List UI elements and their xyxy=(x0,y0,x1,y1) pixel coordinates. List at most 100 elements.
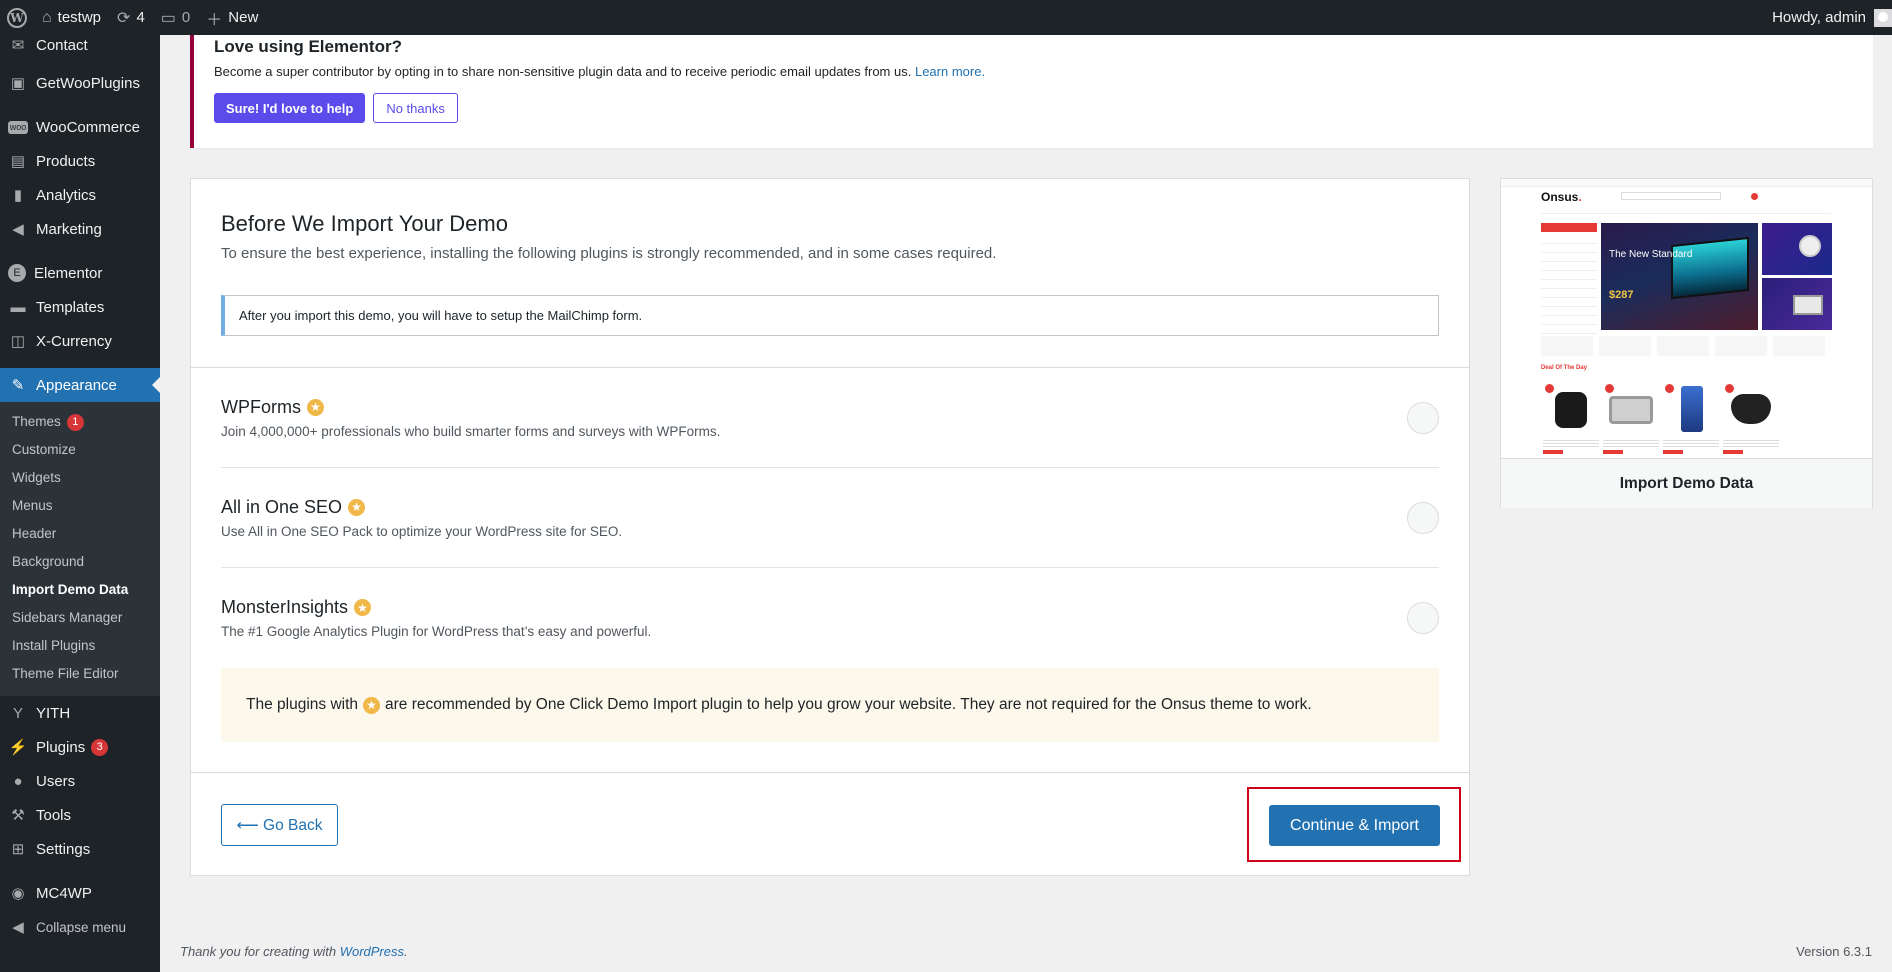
submenu-widgets[interactable]: Widgets xyxy=(0,464,160,492)
menu-plugins[interactable]: ⚡ Plugins 3 xyxy=(0,730,160,764)
elementor-optin-notice: Love using Elementor? Become a super con… xyxy=(190,35,1873,148)
home-icon: ⌂ xyxy=(42,8,52,26)
demo-hero-banner: The New Standard $287 xyxy=(1601,223,1758,330)
preview-label: Import Demo Data xyxy=(1501,459,1872,508)
submenu-sidebars-manager[interactable]: Sidebars Manager xyxy=(0,604,160,632)
plugin-select-toggle[interactable] xyxy=(1407,401,1439,434)
users-icon: ● xyxy=(13,772,23,790)
submenu-customize[interactable]: Customize xyxy=(0,436,160,464)
woo-icon: woo xyxy=(8,120,28,134)
submenu-header[interactable]: Header xyxy=(0,520,160,548)
comments-link[interactable]: ▭ 0 xyxy=(153,0,198,35)
notice-title: Love using Elementor? xyxy=(214,37,402,56)
plugin-row-monsterinsights: MonsterInsights ★ The #1 Google Analytics… xyxy=(221,568,1439,668)
refresh-icon: ⟳ xyxy=(117,9,131,27)
collapse-icon: ◀ xyxy=(12,919,24,936)
collapse-menu-button[interactable]: ◀ Collapse menu xyxy=(0,910,160,944)
demo-screenshot: Onsus. The New Standard $287 Deal Of The… xyxy=(1501,179,1872,459)
recommended-plugins-note: The plugins with ★ are recommended by On… xyxy=(221,668,1439,742)
howdy-text: Howdy, admin xyxy=(1772,9,1866,26)
plugin-select-toggle[interactable] xyxy=(1407,501,1439,534)
mc4wp-icon: ◉ xyxy=(11,885,25,902)
menu-users[interactable]: ● Users xyxy=(0,764,160,798)
menu-mc4wp[interactable]: ◉ MC4WP xyxy=(0,876,160,910)
menu-contact[interactable]: ✉ Contact xyxy=(0,35,160,56)
folder-icon: ▬ xyxy=(10,298,26,316)
plugin-desc: Join 4,000,000+ professionals who build … xyxy=(221,423,721,439)
submenu-theme-file-editor[interactable]: Theme File Editor xyxy=(0,660,160,688)
star-icon: ★ xyxy=(307,398,324,416)
plugin-name: WPForms xyxy=(221,396,301,417)
submenu-import-demo-data[interactable]: Import Demo Data xyxy=(0,576,160,604)
admin-sidebar: ✉ Contact ▣ GetWooPlugins woo WooCommerc… xyxy=(0,35,160,972)
plugin-desc: The #1 Google Analytics Plugin for WordP… xyxy=(221,624,652,639)
plugins-icon: ⚡ xyxy=(8,739,28,756)
submenu-install-plugins[interactable]: Install Plugins xyxy=(0,632,160,660)
plugin-row-aioseo: All in One SEO ★ Use All in One SEO Pack … xyxy=(221,468,1439,568)
menu-woocommerce[interactable]: woo WooCommerce xyxy=(0,110,160,144)
demo-preview-card[interactable]: Onsus. The New Standard $287 Deal Of The… xyxy=(1500,178,1873,508)
wordpress-link[interactable]: WordPress xyxy=(340,944,404,959)
envelope-icon: ✉ xyxy=(11,37,25,54)
demo-logo: Onsus. xyxy=(1541,190,1582,204)
optin-decline-button[interactable]: No thanks xyxy=(373,93,458,123)
star-icon: ★ xyxy=(354,599,372,616)
footer-version: Version 6.3.1 xyxy=(1796,944,1872,959)
archive-icon: ▤ xyxy=(10,153,26,170)
submenu-menus[interactable]: Menus xyxy=(0,492,160,520)
plugin-row-wpforms: WPForms ★ Join 4,000,000+ professionals w… xyxy=(221,368,1439,468)
site-name-link[interactable]: ⌂ testwp xyxy=(34,0,109,35)
menu-analytics[interactable]: ▮ Analytics xyxy=(0,178,160,212)
import-demo-card: Before We Import Your Demo To ensure the… xyxy=(190,178,1470,876)
highlight-box: Continue & Import xyxy=(1247,787,1461,862)
new-content-link[interactable]: ＋ New xyxy=(198,0,266,35)
appearance-submenu: Themes 1 Customize Widgets Menus Header … xyxy=(0,402,160,696)
menu-settings[interactable]: ⊞ Settings xyxy=(0,832,160,866)
menu-templates[interactable]: ▬ Templates xyxy=(0,290,160,324)
card-subtitle: To ensure the best experience, installin… xyxy=(221,245,997,262)
yith-icon: Y xyxy=(12,704,23,722)
site-name: testwp xyxy=(57,9,102,26)
menu-products[interactable]: ▤ Products xyxy=(0,144,160,178)
footer-thanks: Thank you for creating with WordPress. xyxy=(180,944,408,959)
menu-appearance[interactable]: ✎ Appearance xyxy=(0,368,160,402)
my-account-link[interactable]: Howdy, admin xyxy=(1764,0,1892,35)
menu-marketing[interactable]: ◀ Marketing xyxy=(0,212,160,246)
menu-tools[interactable]: ⚒ Tools xyxy=(0,798,160,832)
optin-accept-button[interactable]: Sure! I'd love to help xyxy=(214,93,366,123)
plugin-name: MonsterInsights xyxy=(221,597,349,617)
plugins-update-badge: 3 xyxy=(91,738,109,756)
wordpress-icon: W xyxy=(7,7,27,28)
admin-bar: W ⌂ testwp ⟳ 4 ▭ 0 ＋ New Howdy, admin xyxy=(0,0,1892,35)
new-label: New xyxy=(228,9,259,26)
updates-link[interactable]: ⟳ 4 xyxy=(109,0,153,35)
submenu-background[interactable]: Background xyxy=(0,548,160,576)
currency-icon: ◫ xyxy=(10,333,26,350)
menu-getwooplugins[interactable]: ▣ GetWooPlugins xyxy=(0,66,160,100)
plugin-box-icon: ▣ xyxy=(10,75,26,92)
paintbrush-icon: ✎ xyxy=(11,377,25,394)
plugin-select-toggle[interactable] xyxy=(1407,602,1439,634)
elementor-icon: E xyxy=(8,264,26,282)
star-icon: ★ xyxy=(363,696,381,714)
go-back-button[interactable]: ⟵ Go Back xyxy=(221,804,338,846)
themes-update-badge: 1 xyxy=(66,413,84,431)
comments-count: 0 xyxy=(181,9,191,26)
megaphone-icon: ◀ xyxy=(12,221,24,238)
card-title: Before We Import Your Demo xyxy=(221,211,508,236)
settings-icon: ⊞ xyxy=(11,841,25,858)
continue-import-button[interactable]: Continue & Import xyxy=(1269,805,1440,846)
submenu-themes[interactable]: Themes 1 xyxy=(0,408,160,436)
mailchimp-info-box: After you import this demo, you will hav… xyxy=(221,295,1439,336)
wordpress-logo-button[interactable]: W xyxy=(0,0,34,35)
learn-more-link[interactable]: Learn more. xyxy=(915,64,985,79)
menu-x-currency[interactable]: ◫ X-Currency xyxy=(0,324,160,358)
plugin-name: All in One SEO xyxy=(221,496,343,517)
plugin-desc: Use All in One SEO Pack to optimize your… xyxy=(221,523,623,539)
menu-yith[interactable]: Y YITH xyxy=(0,696,160,730)
plus-icon: ＋ xyxy=(206,11,223,29)
avatar xyxy=(1874,8,1892,27)
wrench-icon: ⚒ xyxy=(11,807,25,824)
menu-elementor[interactable]: E Elementor xyxy=(0,256,160,290)
star-icon: ★ xyxy=(348,498,366,516)
